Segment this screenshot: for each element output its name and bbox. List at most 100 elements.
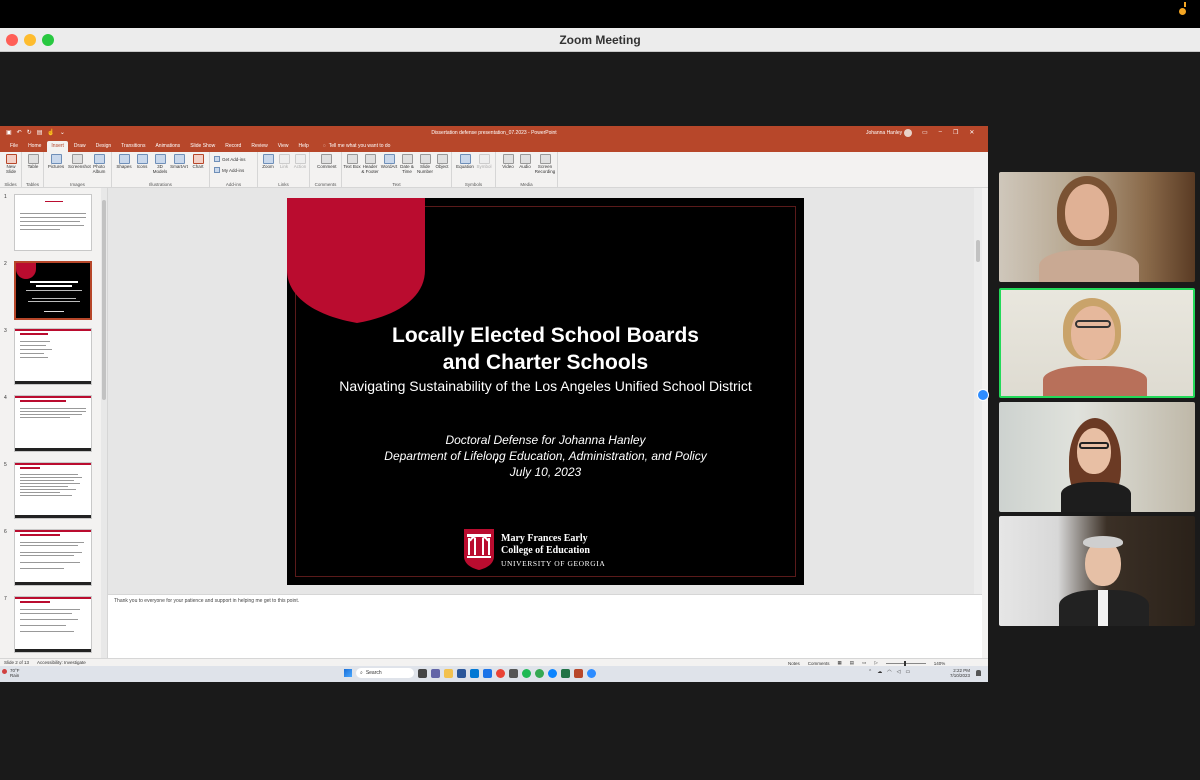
table-button[interactable]: Table bbox=[24, 154, 42, 170]
weather-widget[interactable]: 70°F Rain bbox=[10, 668, 20, 679]
screen-share-control-icon[interactable] bbox=[977, 389, 989, 401]
powerpoint-icon[interactable] bbox=[574, 668, 583, 678]
account-name[interactable]: Johanna Hanley bbox=[866, 130, 902, 136]
windows-start-icon[interactable] bbox=[344, 669, 352, 677]
text-box-button[interactable]: Text Box bbox=[343, 154, 361, 170]
chart-button[interactable]: Chart bbox=[189, 154, 207, 170]
battery-icon[interactable]: ▭ bbox=[905, 669, 910, 675]
participant-video-1[interactable] bbox=[999, 172, 1195, 282]
slide-thumbnail-2[interactable] bbox=[14, 261, 92, 320]
video-button[interactable]: Video bbox=[499, 154, 517, 170]
current-slide[interactable]: Locally Elected School Boards and Charte… bbox=[287, 198, 804, 585]
date-time-button[interactable]: Date & Time bbox=[398, 154, 416, 175]
slide-number-button[interactable]: Slide Number bbox=[416, 154, 434, 175]
tab-home[interactable]: Home bbox=[24, 141, 45, 152]
wifi-icon[interactable]: ◠ bbox=[887, 669, 891, 675]
edge-icon[interactable] bbox=[548, 668, 557, 678]
pictures-button[interactable]: Pictures bbox=[47, 154, 65, 170]
icons-button[interactable]: Icons bbox=[133, 154, 151, 170]
taskbar-clock[interactable]: 2:22 PM 7/10/2023 bbox=[950, 668, 970, 679]
tab-transitions[interactable]: Transitions bbox=[117, 141, 149, 152]
speaker-notes-pane[interactable]: Thank you to everyone for your patience … bbox=[108, 594, 982, 658]
slide-scroll-thumb[interactable] bbox=[976, 240, 980, 262]
tab-help[interactable]: Help bbox=[294, 141, 312, 152]
photo-album-label: Photo Album bbox=[92, 164, 106, 174]
header-footer-button[interactable]: Header & Footer bbox=[361, 154, 379, 175]
tab-insert[interactable]: Insert bbox=[47, 141, 68, 152]
restore-icon[interactable]: ❐ bbox=[953, 129, 958, 136]
mail-icon[interactable] bbox=[470, 668, 479, 678]
photo-album-button[interactable]: Photo Album bbox=[90, 154, 108, 175]
tab-record[interactable]: Record bbox=[221, 141, 245, 152]
object-button[interactable]: Object bbox=[433, 154, 451, 170]
3d-models-button[interactable]: 3D Models bbox=[151, 154, 169, 175]
smartart-button[interactable]: SmartArt bbox=[170, 154, 188, 170]
symbol-button[interactable]: Symbol bbox=[475, 154, 493, 170]
audio-button[interactable]: Audio bbox=[516, 154, 534, 170]
zoom-slider[interactable] bbox=[885, 660, 926, 666]
minimize-icon[interactable]: – bbox=[939, 129, 942, 136]
close-icon[interactable]: ✕ bbox=[969, 129, 974, 136]
accessibility-status[interactable]: Accessibility: Investigate bbox=[37, 660, 86, 665]
tab-design[interactable]: Design bbox=[92, 141, 116, 152]
teams-icon[interactable] bbox=[431, 668, 440, 678]
zoom-level[interactable]: 140% bbox=[934, 661, 946, 666]
chrome-icon[interactable] bbox=[496, 668, 505, 678]
slide-thumbnail-7[interactable] bbox=[14, 596, 92, 653]
thumb-red-rule bbox=[15, 463, 91, 465]
thumbnails-scroll-thumb[interactable] bbox=[102, 200, 106, 400]
participant-video-4[interactable] bbox=[999, 516, 1195, 626]
tell-me-box[interactable]: ◌ Tell me what you want to do bbox=[319, 141, 395, 152]
shapes-button[interactable]: Shapes bbox=[115, 154, 133, 170]
slide-thumbnail-6[interactable] bbox=[14, 529, 92, 586]
excel-icon[interactable] bbox=[561, 668, 570, 678]
group-comments: Comment Comments bbox=[310, 152, 342, 188]
get-addins-button[interactable]: Get Add-ins bbox=[214, 156, 246, 162]
new-slide-button[interactable]: New Slide bbox=[2, 154, 20, 175]
camera-app-icon[interactable] bbox=[509, 668, 518, 678]
tab-slide-show[interactable]: Slide Show bbox=[186, 141, 219, 152]
comments-toggle[interactable]: Comments bbox=[808, 661, 830, 666]
equation-label: Equation bbox=[456, 164, 474, 169]
tray-overflow-icon[interactable]: ⌃ bbox=[868, 669, 872, 675]
thumbnails-scrollbar[interactable] bbox=[101, 188, 107, 658]
screenshot-button[interactable]: Screenshot bbox=[68, 154, 91, 170]
store-app-icon[interactable] bbox=[457, 668, 466, 678]
slide-thumbnail-1[interactable] bbox=[14, 194, 92, 251]
my-addins-button[interactable]: My Add-ins bbox=[214, 167, 244, 173]
thumb-line bbox=[20, 221, 80, 222]
ribbon-display-options-icon[interactable]: ▭ bbox=[922, 129, 928, 136]
volume-icon[interactable]: ◁ bbox=[897, 669, 901, 675]
taskbar-search[interactable]: ⌕ Search bbox=[356, 668, 414, 678]
link-icon bbox=[278, 154, 290, 164]
zoom-title-bar: Zoom Meeting bbox=[0, 28, 1200, 52]
task-view-icon[interactable] bbox=[418, 668, 427, 678]
screen-recording-button[interactable]: Screen Recording bbox=[534, 154, 556, 175]
zoom-app-icon[interactable] bbox=[587, 668, 596, 678]
symbol-label: Symbol bbox=[476, 164, 492, 169]
account-avatar[interactable] bbox=[904, 129, 912, 137]
wordart-button[interactable]: WordArt bbox=[380, 154, 398, 170]
chrome-profile-icon[interactable] bbox=[535, 668, 544, 678]
icons-icon bbox=[136, 154, 148, 164]
thumb-sub-line bbox=[28, 301, 80, 302]
participant-video-2-active-speaker[interactable] bbox=[999, 288, 1195, 398]
slide-thumbnail-5[interactable] bbox=[14, 462, 92, 519]
cloud-icon[interactable]: ☁ bbox=[877, 669, 882, 675]
slide-thumbnail-3[interactable] bbox=[14, 328, 92, 385]
calendar-app-icon[interactable] bbox=[483, 668, 492, 678]
tab-file[interactable]: File bbox=[6, 141, 22, 152]
notes-toggle[interactable]: Notes bbox=[788, 661, 800, 666]
slide-thumbnail-4[interactable] bbox=[14, 395, 92, 452]
tab-review[interactable]: Review bbox=[247, 141, 271, 152]
tab-draw[interactable]: Draw bbox=[70, 141, 90, 152]
equation-button[interactable]: Equation bbox=[456, 154, 474, 170]
tab-animations[interactable]: Animations bbox=[151, 141, 184, 152]
notification-bell-icon[interactable] bbox=[976, 670, 981, 676]
comment-button[interactable]: Comment bbox=[317, 154, 337, 170]
action-button[interactable]: Action bbox=[291, 154, 309, 170]
tab-view[interactable]: View bbox=[274, 141, 293, 152]
spotify-icon[interactable] bbox=[522, 668, 531, 678]
file-explorer-icon[interactable] bbox=[444, 668, 453, 678]
participant-video-3[interactable] bbox=[999, 402, 1195, 512]
